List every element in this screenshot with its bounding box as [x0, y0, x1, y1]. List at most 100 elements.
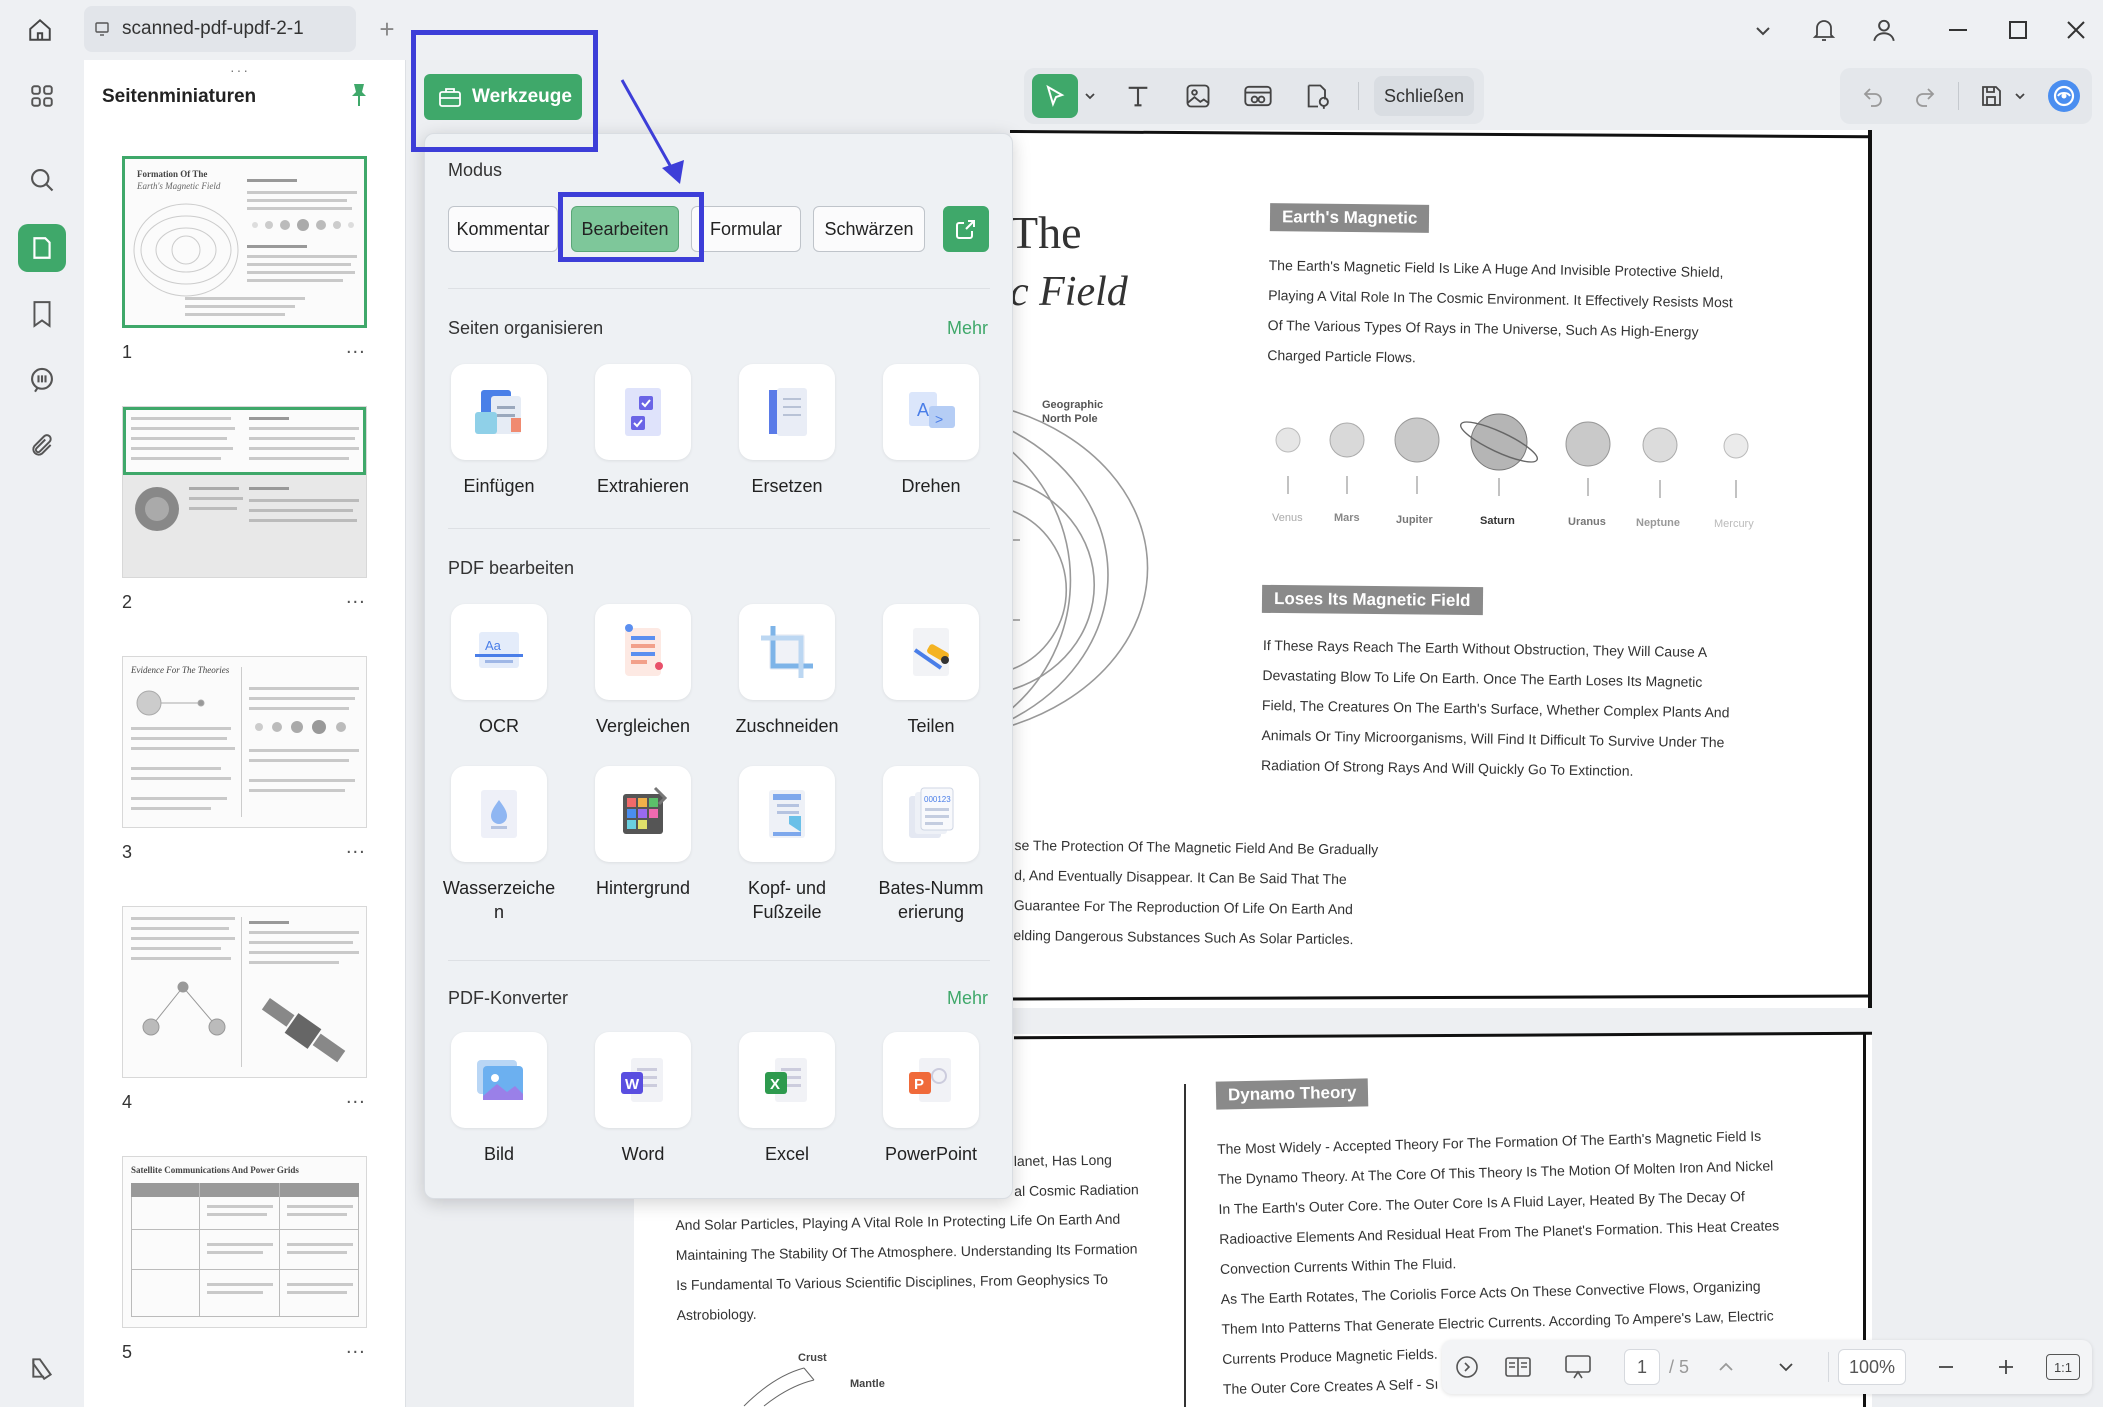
- chevron-down-icon[interactable]: [1746, 14, 1780, 48]
- apps-grid-icon[interactable]: [18, 72, 66, 120]
- tool-rotate[interactable]: A > Drehen: [866, 364, 996, 498]
- collapse-bar-button[interactable]: [1452, 1340, 1482, 1394]
- thumbnail-more-button[interactable]: ...: [346, 336, 366, 359]
- add-stamp-button[interactable]: [1294, 68, 1342, 124]
- convert-to-excel[interactable]: X Excel: [722, 1032, 852, 1166]
- presentation-button[interactable]: [1556, 1340, 1600, 1394]
- convert-to-powerpoint[interactable]: P PowerPoint: [866, 1032, 996, 1166]
- open-in-new-button[interactable]: [943, 206, 989, 252]
- ai-assistant-button[interactable]: [2042, 68, 2086, 124]
- pin-icon[interactable]: [348, 82, 370, 108]
- redo-button[interactable]: [1902, 68, 1948, 124]
- insert-page-icon: [451, 364, 547, 460]
- section-tag: Earth's Magnetic: [1269, 203, 1430, 233]
- two-page-icon: [1505, 1357, 1531, 1377]
- thumbnail-more-button[interactable]: ...: [346, 1086, 366, 1109]
- tool-label: Extrahieren: [596, 476, 690, 496]
- tool-bates-numbering[interactable]: 000123 Bates-Numm erierung: [866, 766, 996, 924]
- panel-resize-handle[interactable]: ···: [230, 62, 250, 78]
- chevron-down-icon: [1779, 1363, 1793, 1372]
- bell-icon[interactable]: [1806, 12, 1842, 48]
- zoom-out-button[interactable]: [1928, 1340, 1964, 1394]
- paragraph-line: Radiation Of Strong Rays And Will Quickl…: [1260, 756, 1634, 779]
- convert-to-word[interactable]: W Word: [578, 1032, 708, 1166]
- tool-header-footer[interactable]: Kopf- und Fußzeile: [722, 766, 852, 924]
- attachment-icon[interactable]: [18, 422, 66, 470]
- page-thumbnail-1[interactable]: Formation Of The Earth's Magnetic Field: [122, 156, 367, 328]
- section-divider: [448, 528, 990, 529]
- new-tab-plus-icon[interactable]: +: [372, 14, 402, 44]
- search-icon[interactable]: [18, 156, 66, 204]
- select-tool-button[interactable]: [1032, 74, 1078, 118]
- page-thumbnail-3[interactable]: Evidence For The Theories: [122, 656, 367, 828]
- add-link-button[interactable]: [1234, 68, 1282, 124]
- chevron-up-icon: [1719, 1362, 1733, 1371]
- tool-insert[interactable]: Einfügen: [434, 364, 564, 498]
- organize-more-link[interactable]: Mehr: [947, 318, 988, 339]
- page-number-input[interactable]: 1: [1624, 1349, 1660, 1385]
- svg-text:000123: 000123: [924, 795, 951, 804]
- layers-icon[interactable]: [18, 1344, 66, 1392]
- planet-label: Neptune: [1636, 517, 1680, 529]
- thumbnail-panel-title: Seitenminiaturen: [102, 86, 257, 107]
- close-edit-button[interactable]: Schließen: [1374, 76, 1474, 116]
- chevron-right-icon: [1456, 1356, 1478, 1378]
- page-layout-button[interactable]: [1496, 1340, 1540, 1394]
- tool-replace[interactable]: Ersetzen: [722, 364, 852, 498]
- page-thumbnail-2[interactable]: [122, 406, 367, 578]
- tool-ocr[interactable]: Aa OCR: [434, 604, 564, 738]
- mode-form-button[interactable]: Formular: [691, 206, 801, 252]
- minimize-icon[interactable]: [1940, 12, 1976, 48]
- annotation-arrow: [620, 79, 684, 184]
- thumbnail-more-button[interactable]: ...: [346, 586, 366, 609]
- convert-to-image[interactable]: Bild: [434, 1032, 564, 1166]
- actual-size-button[interactable]: 1:1: [2046, 1354, 2080, 1380]
- scan-edge: [1868, 130, 1872, 1008]
- converter-more-link[interactable]: Mehr: [947, 988, 988, 1009]
- add-image-button[interactable]: [1174, 68, 1222, 124]
- select-tool-dropdown[interactable]: [1080, 68, 1100, 124]
- magnetic-field-illustration: [1010, 409, 1149, 727]
- mode-comment-button[interactable]: Kommentar: [448, 206, 558, 252]
- tool-background[interactable]: Hintergrund: [578, 766, 708, 900]
- previous-page-button[interactable]: [1708, 1340, 1744, 1394]
- home-icon[interactable]: [22, 12, 58, 48]
- tool-split[interactable]: Teilen: [866, 604, 996, 738]
- bookmark-icon[interactable]: [18, 290, 66, 338]
- page-thumbnail-4[interactable]: [122, 906, 367, 1078]
- save-dropdown[interactable]: [2010, 68, 2030, 124]
- undo-button[interactable]: [1850, 68, 1896, 124]
- svg-text:W: W: [625, 1076, 640, 1093]
- page-thumbnail-5[interactable]: Satellite Communications And Power Grids: [122, 1156, 367, 1328]
- next-page-button[interactable]: [1768, 1340, 1804, 1394]
- thumbnail-more-button[interactable]: ...: [346, 836, 366, 859]
- mode-redact-button[interactable]: Schwärzen: [813, 206, 925, 252]
- close-window-icon[interactable]: [2058, 12, 2094, 48]
- tool-extract[interactable]: Extrahieren: [578, 364, 708, 498]
- maximize-icon[interactable]: [2000, 12, 2036, 48]
- tool-label: Bild: [483, 1144, 514, 1164]
- pdf-page-1[interactable]: The c Field Earth's Magnetic The Earth's…: [1009, 130, 1873, 1008]
- tool-label: Vergleichen: [595, 716, 691, 736]
- zoom-level-input[interactable]: 100%: [1838, 1349, 1906, 1385]
- planet-label: Jupiter: [1396, 514, 1433, 526]
- tool-compare[interactable]: Vergleichen: [578, 604, 708, 738]
- document-tab[interactable]: scanned-pdf-updf-2-1: [84, 6, 356, 52]
- save-button[interactable]: [1968, 68, 2014, 124]
- add-text-button[interactable]: [1114, 68, 1162, 124]
- page-thumbnails-icon[interactable]: [18, 224, 66, 272]
- account-icon[interactable]: [1866, 12, 1902, 48]
- chevron-down-icon: [2015, 93, 2025, 100]
- thumbnail-more-button[interactable]: ...: [346, 1336, 366, 1359]
- planet-labels: Venus Mars Jupiter Saturn Uranus Neptune…: [1262, 512, 1822, 532]
- column-divider: [1184, 1084, 1186, 1407]
- comment-icon[interactable]: [18, 356, 66, 404]
- link-icon: [1244, 85, 1272, 107]
- tool-watermark[interactable]: Wasserzeiche n: [434, 766, 564, 924]
- tool-crop[interactable]: Zuschneiden: [722, 604, 852, 738]
- ocr-icon: Aa: [451, 604, 547, 700]
- document-toolbar: [1840, 68, 2092, 124]
- paragraph: The Earth's Magnetic Field Is Like A Hug…: [1267, 250, 1733, 377]
- zoom-in-button[interactable]: [1988, 1340, 2024, 1394]
- tool-label: Excel: [764, 1144, 809, 1164]
